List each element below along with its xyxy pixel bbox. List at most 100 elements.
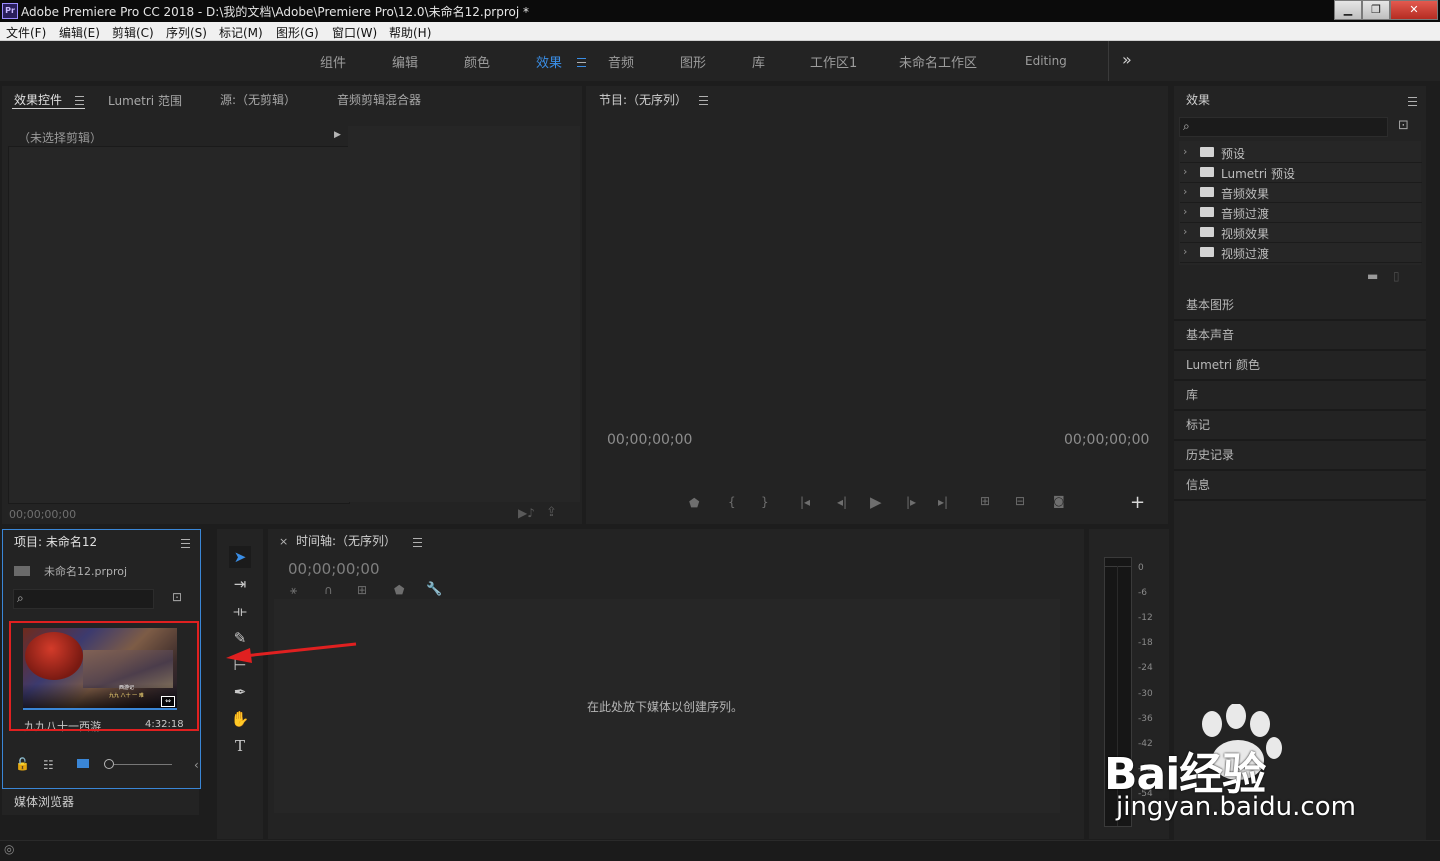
tab-lumetri-scopes[interactable]: Lumetri 范围 <box>108 92 182 109</box>
workspace-tab-effects[interactable]: 效果 <box>536 52 562 71</box>
menu-sequence[interactable]: 序列(S) <box>166 24 207 41</box>
panel-info[interactable]: 信息 <box>1174 470 1426 501</box>
nest-icon[interactable]: ⚹ <box>290 583 297 598</box>
panel-label: Lumetri 颜色 <box>1186 358 1260 372</box>
menu-edit[interactable]: 编辑(E) <box>59 24 100 41</box>
track-select-tool-icon[interactable]: ⇥ <box>229 573 251 595</box>
panel-lumetri-color[interactable]: Lumetri 颜色 <box>1174 350 1426 381</box>
zoom-slider-handle[interactable] <box>104 759 114 769</box>
panel-markers[interactable]: 标记 <box>1174 410 1426 441</box>
step-forward-icon[interactable]: |▸ <box>906 495 916 509</box>
expand-arrow-icon[interactable]: › <box>1183 205 1187 218</box>
menu-file[interactable]: 文件(F) <box>6 24 46 41</box>
type-tool-icon[interactable]: T <box>229 735 251 757</box>
tab-audio-clip-mixer[interactable]: 音频剪辑混合器 <box>337 91 421 108</box>
effects-folder-video-transitions[interactable]: › 视频过渡 <box>1180 243 1422 263</box>
expand-arrow-icon[interactable]: ▶ <box>334 130 341 140</box>
step-back-icon[interactable]: ◂| <box>837 495 847 509</box>
play-icon[interactable]: ▶ <box>870 493 882 511</box>
workspace-tab-assembly[interactable]: 组件 <box>320 52 346 71</box>
workspace-tab-libraries[interactable]: 库 <box>752 52 765 71</box>
workspace-menu-icon[interactable] <box>577 58 586 67</box>
list-view-icon[interactable]: ☷ <box>43 758 54 772</box>
zoom-slider-track[interactable] <box>114 764 172 765</box>
go-to-in-icon[interactable]: |◂ <box>800 495 810 509</box>
snap-icon[interactable]: ∩ <box>324 583 333 597</box>
new-bin-icon[interactable]: ▬ <box>1367 269 1378 283</box>
media-browser-tab[interactable]: 媒体浏览器 <box>14 793 74 810</box>
tab-source[interactable]: 源:（无剪辑） <box>220 91 296 108</box>
panel-essential-sound[interactable]: 基本声音 <box>1174 320 1426 351</box>
menu-marker[interactable]: 标记(M) <box>219 24 263 41</box>
add-button[interactable]: + <box>1130 492 1145 513</box>
panel-history[interactable]: 历史记录 <box>1174 440 1426 471</box>
delete-icon[interactable]: ▯ <box>1393 269 1400 283</box>
selection-tool-icon[interactable]: ➤ <box>229 546 251 568</box>
icon-view-icon[interactable] <box>77 759 89 768</box>
mark-out-icon[interactable]: } <box>761 495 769 509</box>
wrench-icon[interactable]: 🔧 <box>426 582 442 597</box>
effects-folder-lumetri-presets[interactable]: › Lumetri 预设 <box>1180 163 1422 183</box>
effects-folder-video-effects[interactable]: › 视频效果 <box>1180 223 1422 243</box>
expand-arrow-icon[interactable]: › <box>1183 165 1187 178</box>
panel-libraries[interactable]: 库 <box>1174 380 1426 411</box>
mark-in-icon[interactable]: { <box>728 495 736 509</box>
effects-search-input[interactable]: ⌕ <box>1179 117 1388 137</box>
program-timecode-duration: 00;00;00;00 <box>1064 432 1150 448</box>
go-to-out-icon[interactable]: ▸| <box>938 495 948 509</box>
maximize-button[interactable]: ❐ <box>1362 0 1390 20</box>
timeline-menu-icon[interactable] <box>413 538 422 547</box>
project-search-input[interactable]: ⌕ <box>13 589 154 609</box>
expand-arrow-icon[interactable]: › <box>1183 185 1187 198</box>
expand-arrow-icon[interactable]: › <box>1183 145 1187 158</box>
find-icon[interactable]: ⊡ <box>172 590 182 604</box>
workspace-tab-workspace1[interactable]: 工作区1 <box>810 52 857 71</box>
workspace-tab-untitled[interactable]: 未命名工作区 <box>899 52 977 71</box>
premiere-app-icon: Pr <box>2 3 18 19</box>
add-marker-icon[interactable]: ⬟ <box>689 496 699 510</box>
effects-menu-icon[interactable] <box>1408 97 1417 106</box>
collapse-chevron-icon[interactable]: ‹ <box>194 758 199 772</box>
hand-tool-icon[interactable]: ✋ <box>229 708 251 730</box>
timeline-close-icon[interactable]: × <box>279 535 288 548</box>
folder-label: 音频过渡 <box>1221 207 1270 221</box>
workspace-overflow-icon[interactable]: » <box>1122 50 1132 69</box>
extract-icon[interactable]: ⊟ <box>1015 494 1025 508</box>
menu-window[interactable]: 窗口(W) <box>332 24 377 41</box>
lift-icon[interactable]: ⊞ <box>980 494 990 508</box>
accelerated-effects-icon[interactable]: ⊡ <box>1398 118 1409 133</box>
workspace-tab-graphics[interactable]: 图形 <box>680 52 706 71</box>
workspace-tab-color[interactable]: 颜色 <box>464 52 490 71</box>
menu-graphics[interactable]: 图形(G) <box>276 24 319 41</box>
lock-icon[interactable]: 🔓 <box>15 757 30 771</box>
panel-essential-graphics[interactable]: 基本图形 <box>1174 290 1426 321</box>
program-timecode-current[interactable]: 00;00;00;00 <box>607 432 692 448</box>
tab-effect-controls[interactable]: 效果控件 <box>14 91 62 108</box>
minimize-button[interactable]: ▁ <box>1334 0 1362 20</box>
ripple-edit-tool-icon[interactable]: ⟛ <box>229 600 251 622</box>
expand-arrow-icon[interactable]: › <box>1183 225 1187 238</box>
effects-folder-presets[interactable]: › 预设 <box>1180 143 1422 163</box>
menu-help[interactable]: 帮助(H) <box>389 24 431 41</box>
workspace-tab-editing-en[interactable]: Editing <box>1025 54 1067 68</box>
project-menu-icon[interactable] <box>181 539 190 548</box>
effects-folder-audio-effects[interactable]: › 音频效果 <box>1180 183 1422 203</box>
menu-clip[interactable]: 剪辑(C) <box>112 24 154 41</box>
export-frame-camera-icon[interactable]: ◙ <box>1053 494 1065 508</box>
export-frame-icon[interactable]: ⇪ <box>546 505 557 520</box>
panel-label: 标记 <box>1186 418 1211 432</box>
close-button[interactable]: ✕ <box>1390 0 1438 20</box>
effect-controls-menu-icon[interactable] <box>75 96 84 105</box>
timeline-marker-icon[interactable]: ⬟ <box>394 583 404 597</box>
timeline-timecode[interactable]: 00;00;00;00 <box>288 560 380 578</box>
timeline-drop-area[interactable]: 在此处放下媒体以创建序列。 <box>274 599 1060 813</box>
workspace-tab-editing[interactable]: 编辑 <box>392 52 418 71</box>
play-audio-icon[interactable]: ▶♪ <box>518 506 535 520</box>
effects-folder-audio-transitions[interactable]: › 音频过渡 <box>1180 203 1422 223</box>
workspace-tab-audio[interactable]: 音频 <box>608 52 634 71</box>
expand-arrow-icon[interactable]: › <box>1183 245 1187 258</box>
pen-tool-icon[interactable]: ✒ <box>229 681 251 703</box>
program-menu-icon[interactable] <box>699 96 708 105</box>
linked-selection-icon[interactable]: ⊞ <box>357 583 367 597</box>
meter-tick-0: 0 <box>1138 563 1144 573</box>
